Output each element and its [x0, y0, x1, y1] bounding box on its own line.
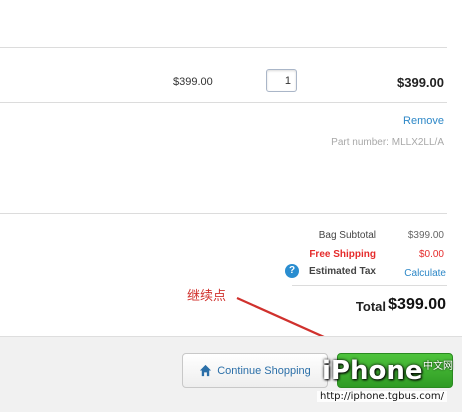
home-icon — [200, 364, 212, 377]
continue-shopping-button[interactable]: Continue Shopping — [182, 353, 328, 388]
continue-shopping-label: Continue Shopping — [217, 364, 311, 377]
watermark-url: http://iphone.tgbus.com/ — [317, 391, 447, 402]
watermark-logo: iPhone — [322, 356, 423, 386]
watermark-cn: 中文网 — [423, 361, 453, 372]
